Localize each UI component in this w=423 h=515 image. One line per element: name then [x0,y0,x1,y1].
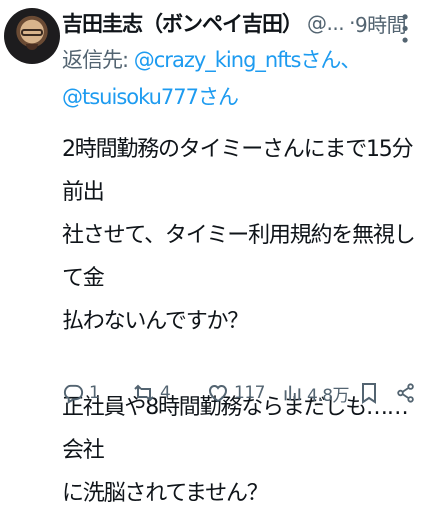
views-icon [284,385,301,401]
reply-count: 1 [89,383,100,403]
like-count: 117 [234,383,265,403]
bookmark-icon [362,383,376,404]
avatar-glasses [21,29,43,36]
like-button[interactable]: 117 [206,376,265,410]
retweet-button[interactable]: 4 [132,376,171,410]
reply-button[interactable]: 1 [62,376,100,410]
author-name[interactable]: 吉田圭志（ボンペイ吉田） [62,8,303,38]
reply-mention-1[interactable]: @crazy_king_nftsさん、 [134,48,362,72]
reply-label: 返信先: [62,48,129,72]
more-dots-icon[interactable]: ••• [394,12,415,47]
share-icon [397,383,414,403]
author-handle[interactable]: @... [307,11,345,35]
avatar[interactable] [4,8,60,64]
tweet-header: 吉田圭志（ボンペイ吉田） @... · 9時間 [62,8,407,38]
retweet-count: 4 [160,383,171,403]
reply-icon [63,384,84,404]
reply-mention-2[interactable]: @tsuisoku777さん [62,85,239,109]
heart-icon [208,384,228,403]
tweet-text: 2時間勤務のタイミーさんにまで15分前出 社させて、タイミー利用規約を無視して金… [62,137,416,506]
views-button[interactable]: 4.8万 [281,376,350,410]
tweet-actions: 1 4 117 4.8万 [62,376,417,410]
tweet-card[interactable]: 吉田圭志（ボンペイ吉田） @... · 9時間 ••• 返信先: @crazy_… [0,0,423,506]
share-button[interactable] [395,376,417,410]
view-count: 4.8万 [307,385,350,406]
retweet-icon [134,384,154,402]
reply-context: 返信先: @crazy_king_nftsさん、 @tsuisoku777さん [62,42,417,116]
avatar-mouth [26,44,38,50]
bookmark-button[interactable] [358,376,380,410]
